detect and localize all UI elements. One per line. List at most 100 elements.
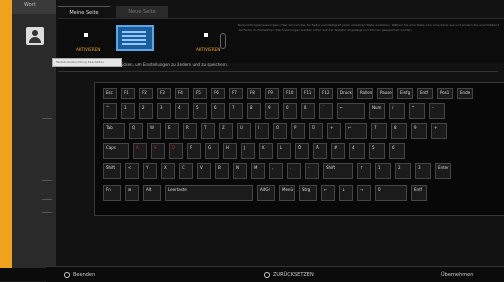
keyboard-key[interactable]: T	[201, 123, 215, 139]
keyboard-key[interactable]: 5	[369, 143, 385, 159]
keyboard-key[interactable]: 0	[283, 103, 297, 119]
keyboard-key[interactable]: *	[409, 103, 425, 119]
keyboard-key[interactable]: 7	[371, 123, 387, 139]
keyboard-key[interactable]: <	[125, 163, 139, 179]
keyboard-key[interactable]: F	[187, 143, 201, 159]
keyboard-key[interactable]: Strg	[299, 185, 317, 201]
keyboard-key[interactable]: Y	[143, 163, 157, 179]
keyboard-key[interactable]: 4	[349, 143, 365, 159]
keyboard-key[interactable]: Pause	[377, 88, 393, 99]
keyboard-key[interactable]: Shift	[323, 163, 353, 179]
keyboard-key[interactable]: ^	[103, 103, 117, 119]
sidebar-selected-item[interactable]: Wort	[12, 0, 56, 14]
keyboard-key[interactable]: F9	[265, 88, 279, 99]
profile-icon[interactable]	[26, 27, 44, 45]
keyboard-key[interactable]: Entf	[417, 88, 433, 99]
keyboard-key[interactable]: O	[273, 123, 287, 139]
keyboard-key[interactable]: Caps	[103, 143, 129, 159]
keyboard-key[interactable]: Ende	[457, 88, 473, 99]
keyboard-key[interactable]: -	[305, 163, 319, 179]
mouse-icon[interactable]	[220, 33, 226, 49]
keyboard-key[interactable]: 6	[389, 143, 405, 159]
keyboard-key[interactable]: ´	[319, 103, 333, 119]
keyboard-key[interactable]: F11	[301, 88, 315, 99]
keyboard-key[interactable]: .	[287, 163, 301, 179]
keyboard-key[interactable]: 6	[211, 103, 225, 119]
keyboard-key[interactable]: 1	[121, 103, 135, 119]
keyboard-key[interactable]: 8	[391, 123, 407, 139]
keyboard-key[interactable]: Einfg	[397, 88, 413, 99]
keyboard-key[interactable]: L	[277, 143, 291, 159]
keyboard-key[interactable]: ⊞	[125, 185, 139, 201]
keyboard-key[interactable]: -	[429, 103, 445, 119]
activate-label[interactable]: AKTIVIEREN	[196, 47, 220, 52]
keyboard-key[interactable]: Num	[369, 103, 385, 119]
keyboard-key[interactable]: Ü	[309, 123, 323, 139]
keyboard-key[interactable]: ↵	[345, 123, 367, 139]
keyboard-key[interactable]: 2	[395, 163, 411, 179]
keyboard-key[interactable]: B	[215, 163, 229, 179]
keyboard-key[interactable]: 7	[229, 103, 243, 119]
keyboard-key[interactable]: Fn	[103, 185, 121, 201]
keyboard-key[interactable]: +	[431, 123, 447, 139]
keyboard-key[interactable]: K	[259, 143, 273, 159]
keyboard-key[interactable]: F8	[247, 88, 261, 99]
keyboard-key[interactable]: G	[205, 143, 219, 159]
keyboard-key[interactable]: F4	[175, 88, 189, 99]
keyboard-key[interactable]: 9	[411, 123, 427, 139]
keyboard-key[interactable]: N	[233, 163, 247, 179]
keyboard-key[interactable]: ←	[337, 103, 365, 119]
tab-neue-seite[interactable]: Neue Seite	[116, 6, 168, 18]
keyboard-key[interactable]: →	[357, 185, 371, 201]
keyboard-key[interactable]: 1	[375, 163, 391, 179]
keyboard-key[interactable]: Q	[129, 123, 143, 139]
keyboard-key[interactable]: F10	[283, 88, 297, 99]
keyboard-key[interactable]: Entf	[411, 185, 427, 201]
keyboard-key[interactable]: Druck	[337, 88, 353, 99]
keyboard-key[interactable]: W	[147, 123, 161, 139]
keyboard-key[interactable]: /	[389, 103, 405, 119]
keyboard-key[interactable]: ←	[321, 185, 335, 201]
keyboard-key[interactable]: R	[183, 123, 197, 139]
keyboard-key[interactable]: U	[237, 123, 251, 139]
keyboard-key[interactable]: 9	[265, 103, 279, 119]
keyboard-key[interactable]: I	[255, 123, 269, 139]
keyboard-key[interactable]: D	[169, 143, 183, 159]
keyboard-key[interactable]: Tab	[103, 123, 125, 139]
keyboard-key[interactable]: Pos1	[437, 88, 453, 99]
keyboard-key[interactable]: Menü	[279, 185, 295, 201]
keyboard-key[interactable]: 3	[157, 103, 171, 119]
keyboard-key[interactable]: X	[161, 163, 175, 179]
keyboard-key[interactable]: ↓	[339, 185, 353, 201]
keyboard-key[interactable]: F5	[193, 88, 207, 99]
keyboard-key[interactable]: Alt	[143, 185, 161, 201]
activate-label[interactable]: AKTIVIEREN	[76, 47, 100, 52]
keyboard-key[interactable]: Leertaste	[165, 185, 253, 201]
keyboard-key[interactable]: F1	[121, 88, 135, 99]
keyboard-key[interactable]: ,	[269, 163, 283, 179]
keyboard-key[interactable]: +	[327, 123, 341, 139]
apply-button[interactable]: Übernehmen	[432, 270, 498, 280]
keyboard-key[interactable]: F2	[139, 88, 153, 99]
keyboard-icon[interactable]	[116, 25, 154, 51]
keyboard-key[interactable]: H	[223, 143, 237, 159]
keyboard-key[interactable]: 4	[175, 103, 189, 119]
keyboard-key[interactable]: 8	[247, 103, 261, 119]
activate-toggle-icon[interactable]	[84, 33, 88, 37]
keyboard-key[interactable]: M	[251, 163, 265, 179]
keyboard-key[interactable]: Z	[219, 123, 233, 139]
keyboard-key[interactable]: F7	[229, 88, 243, 99]
keyboard-key[interactable]: Ä	[313, 143, 327, 159]
keyboard-key[interactable]: E	[165, 123, 179, 139]
reset-button[interactable]: ZURÜCKSETZEN	[264, 270, 354, 280]
keyboard-key[interactable]: 2	[139, 103, 153, 119]
keyboard-key[interactable]: F6	[211, 88, 225, 99]
keyboard-key[interactable]: 3	[415, 163, 431, 179]
keyboard-key[interactable]: A	[133, 143, 147, 159]
keyboard-key[interactable]: J	[241, 143, 255, 159]
keyboard-key[interactable]: S	[151, 143, 165, 159]
keyboard-key[interactable]: 5	[193, 103, 207, 119]
keyboard-key[interactable]: Shift	[103, 163, 121, 179]
keyboard-key[interactable]: F3	[157, 88, 171, 99]
keyboard-key[interactable]: ß	[301, 103, 315, 119]
